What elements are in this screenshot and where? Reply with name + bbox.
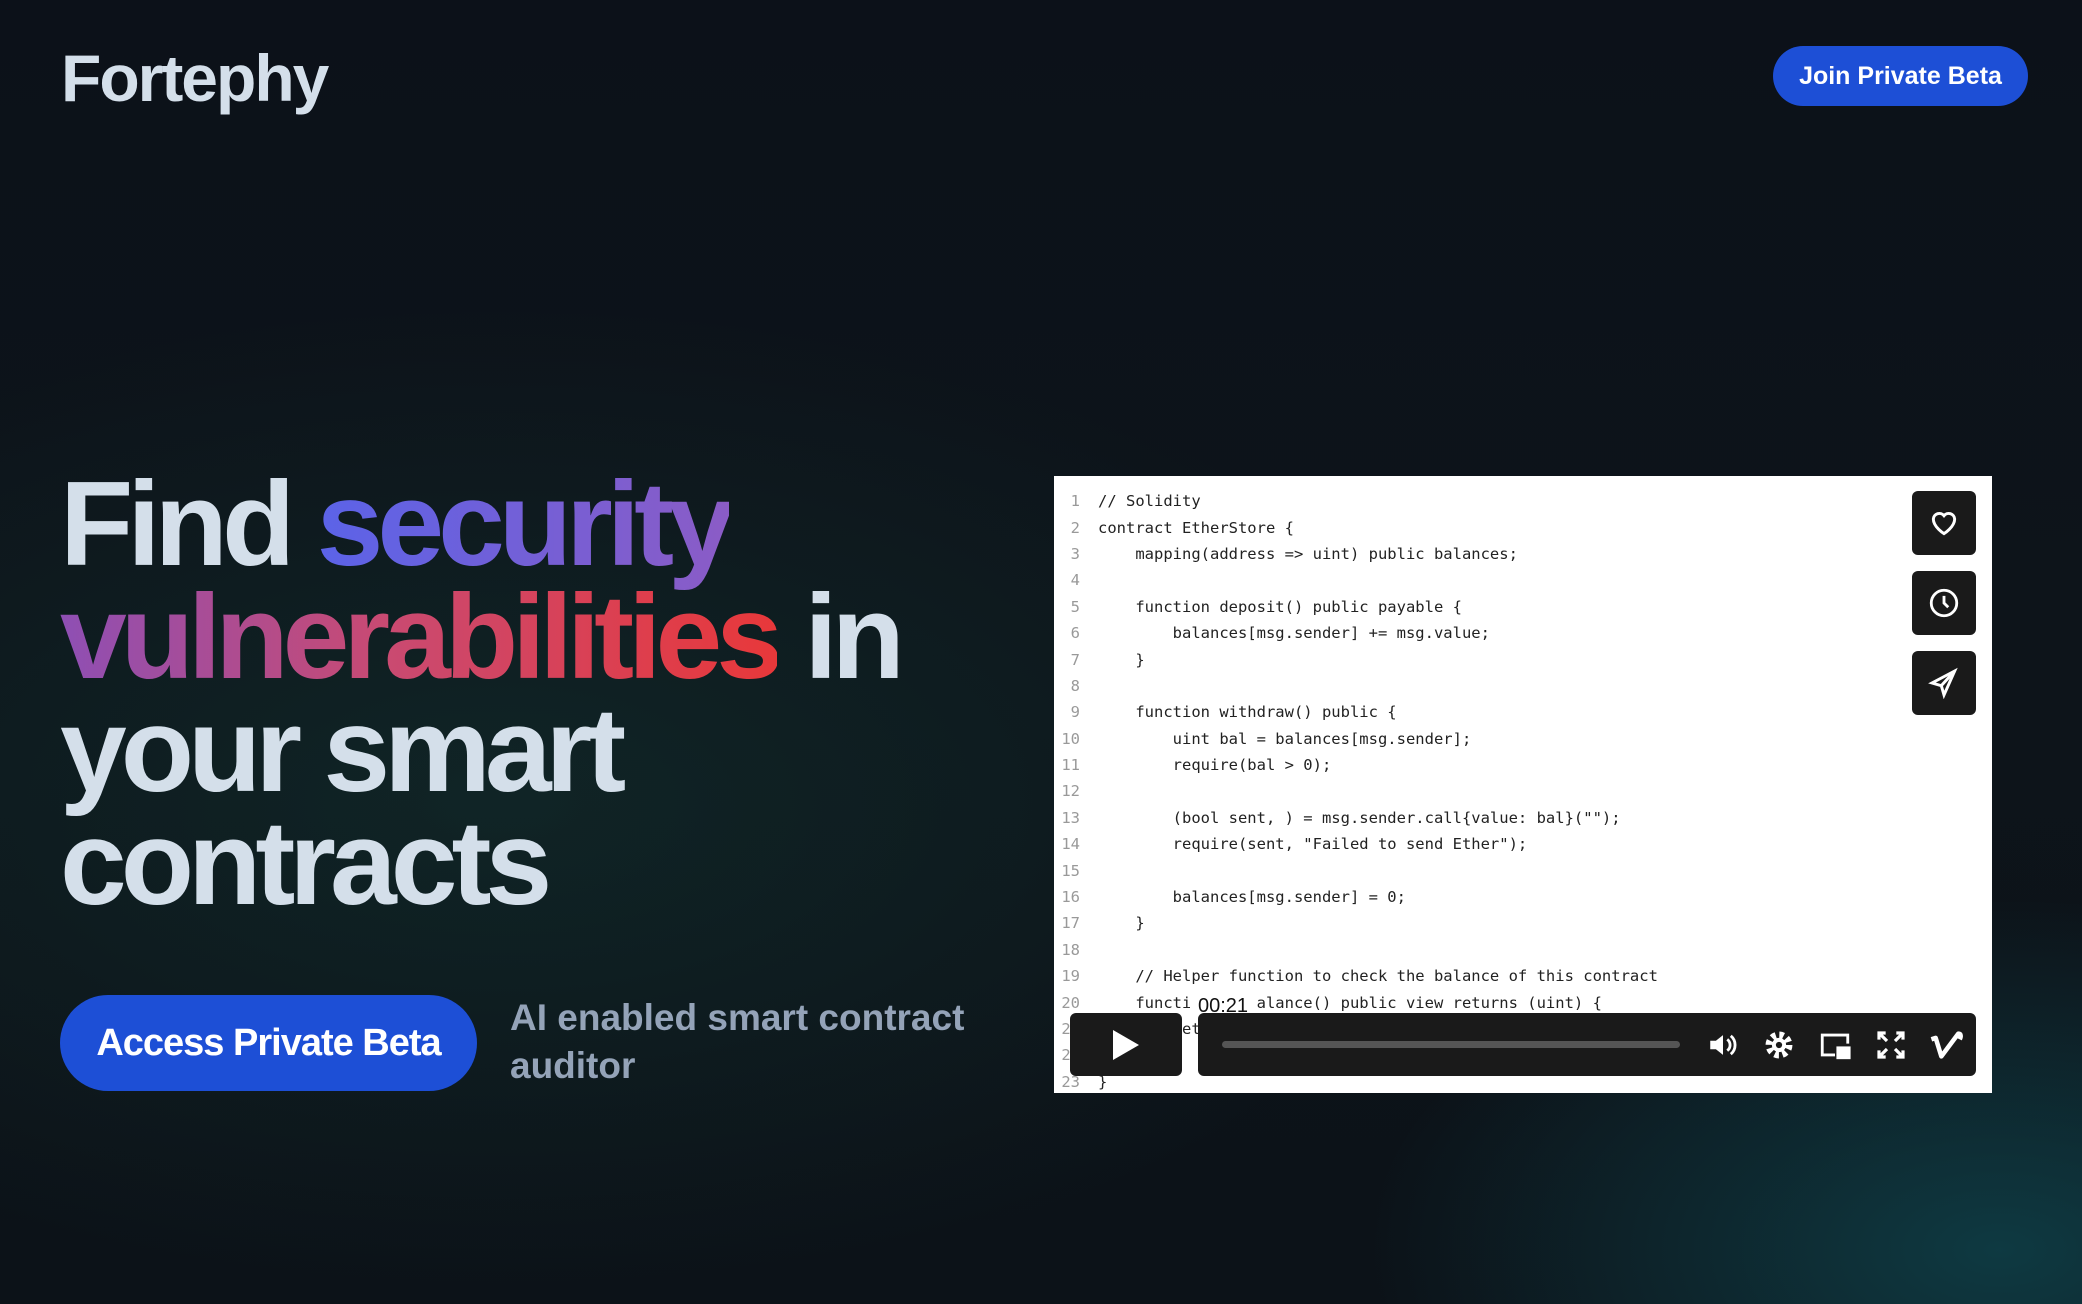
like-button[interactable] [1912,491,1976,555]
line-number: 12 [1061,782,1080,801]
line-number: 13 [1061,808,1080,827]
headline-in: in [776,570,905,704]
code-text: function getBalance() public view return… [1098,993,1602,1012]
code-text: contract EtherStore { [1098,518,1294,537]
code-line: 9 function withdraw() public { [1054,699,1658,725]
code-text: uint bal = balances[msg.sender]; [1098,729,1472,748]
code-line: 13 (bool sent, ) = msg.sender.call{value… [1054,805,1658,831]
code-line: 8 [1054,673,1658,699]
code-line: 5 function deposit() public payable { [1054,594,1658,620]
progress-slider[interactable] [1222,1041,1680,1048]
line-number: 18 [1061,940,1080,959]
line-number: 16 [1061,888,1080,907]
line-number: 19 [1061,967,1080,986]
video-player[interactable]: 1 // Solidity 2 contract EtherStore { 3 mapp… [1054,476,1992,1093]
code-text: function withdraw() public { [1098,703,1397,722]
code-text: function deposit() public payable { [1098,597,1462,616]
logo[interactable]: Fortephy [61,40,329,116]
share-button[interactable] [1912,651,1976,715]
code-line: 15 [1054,857,1658,883]
join-private-beta-button[interactable]: Join Private Beta [1773,46,2028,106]
headline-contracts: contracts [60,796,552,930]
watch-later-button[interactable] [1912,571,1976,635]
settings-icon[interactable] [1760,1026,1798,1064]
code-line: 18 [1054,937,1658,963]
line-number: 20 [1061,993,1080,1012]
code-line: 3 mapping(address => uint) public balanc… [1054,541,1658,567]
play-icon [1113,1029,1139,1060]
code-text: // Solidity [1098,492,1201,511]
code-text: balances[msg.sender] += msg.value; [1098,624,1490,643]
clock-icon [1929,588,1959,618]
code-line: 10 uint bal = balances[msg.sender]; [1054,726,1658,752]
line-number: 2 [1070,518,1080,537]
code-line: 12 [1054,778,1658,804]
code-line: 4 [1054,567,1658,593]
fullscreen-icon[interactable] [1872,1026,1910,1064]
code-text: require(bal > 0); [1098,756,1332,775]
hero-subtitle: AI enabled smart contract auditor [510,997,965,1086]
line-number: 8 [1070,676,1080,695]
line-number: 11 [1061,756,1080,775]
line-number: 7 [1070,650,1080,669]
line-number: 1 [1070,492,1080,511]
send-icon [1928,667,1958,699]
code-line: 17 } [1054,910,1658,936]
code-line: 19 // Helper function to check the balan… [1054,963,1658,989]
code-text: mapping(address => uint) public balances… [1098,544,1518,563]
access-private-beta-button[interactable]: Access Private Beta [60,995,477,1091]
code-line: 16 balances[msg.sender] = 0; [1054,884,1658,910]
line-number: 14 [1061,835,1080,854]
line-number: 4 [1070,571,1080,590]
line-number: 9 [1070,703,1080,722]
code-text: balances[msg.sender] = 0; [1098,888,1406,907]
code-text: (bool sent, ) = msg.sender.call{value: b… [1098,808,1621,827]
code-line: 1 // Solidity [1054,488,1658,514]
code-line: 14 require(sent, "Failed to send Ether")… [1054,831,1658,857]
code-line: 20 function getBalance() public view ret… [1054,989,1658,1015]
code-line: 7 } [1054,646,1658,672]
line-number: 17 [1061,914,1080,933]
control-bar [1198,1013,1976,1076]
code-line: 6 balances[msg.sender] += msg.value; [1054,620,1658,646]
pip-icon[interactable] [1816,1026,1854,1064]
volume-icon[interactable] [1704,1026,1742,1064]
vimeo-icon[interactable] [1928,1026,1966,1064]
line-number: 6 [1070,624,1080,643]
line-number: 15 [1061,861,1080,880]
hero-headline: Find security vulnerabilities in your smar… [60,464,960,923]
heart-icon [1931,511,1957,536]
play-button[interactable] [1070,1013,1182,1076]
code-text: } [1098,650,1145,669]
line-number: 10 [1061,729,1080,748]
code-text: } [1098,914,1145,933]
code-text: require(sent, "Failed to send Ether"); [1098,835,1528,854]
line-number: 3 [1070,544,1080,563]
code-text: // Helper function to check the balance … [1098,967,1658,986]
code-frame: 1 // Solidity 2 contract EtherStore { 3 mapp… [1054,488,1658,1093]
line-number: 5 [1070,597,1080,616]
code-line: 11 require(bal > 0); [1054,752,1658,778]
code-line: 2 contract EtherStore { [1054,514,1658,540]
